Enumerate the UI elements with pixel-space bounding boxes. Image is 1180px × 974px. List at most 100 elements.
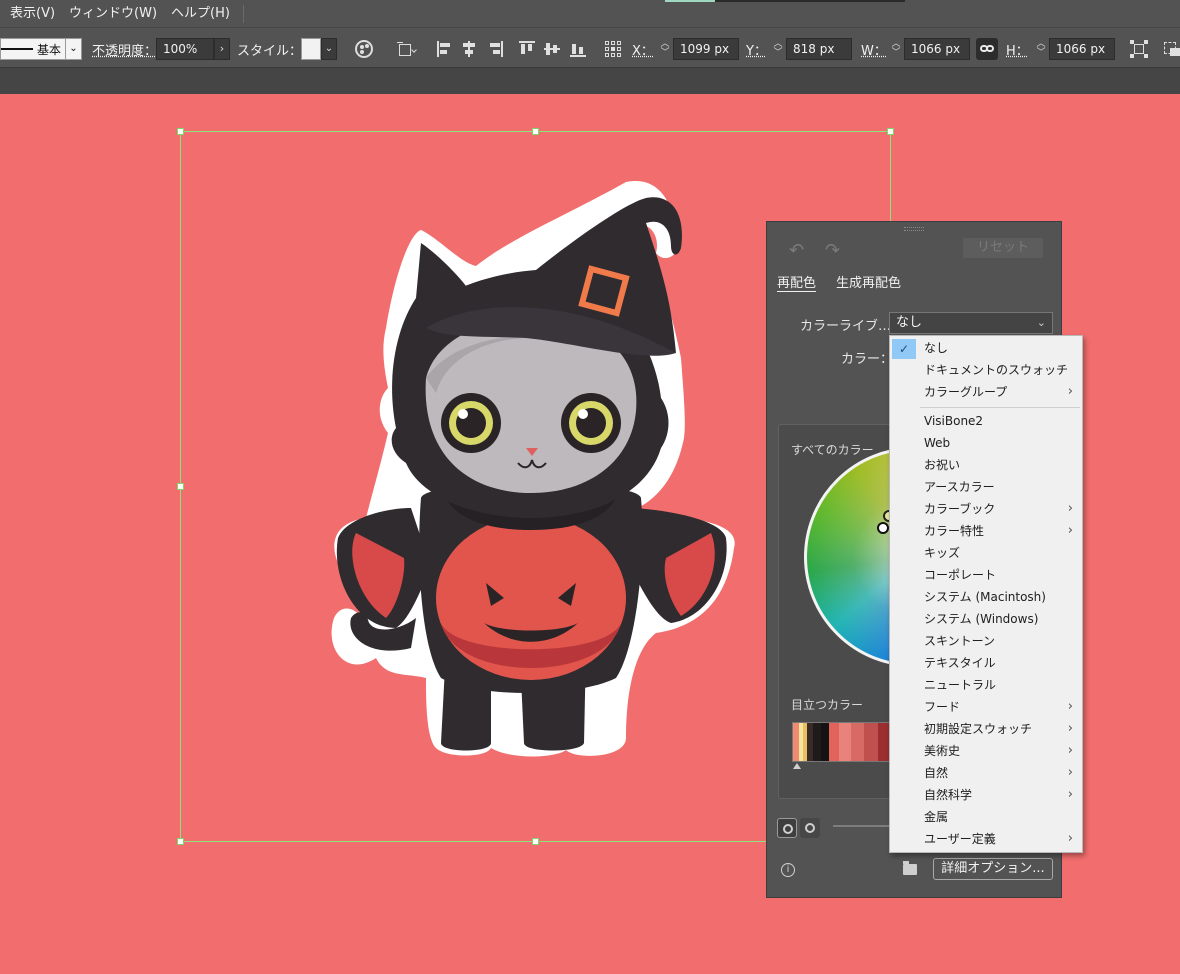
strip-slider-handle[interactable]: [793, 763, 801, 769]
align-top-icon[interactable]: [518, 40, 536, 58]
dropdown-item[interactable]: システム (Windows): [890, 608, 1082, 630]
style-label: スタイル：: [237, 44, 303, 59]
harmony-unlinked-button[interactable]: [800, 818, 820, 838]
dropdown-item[interactable]: 自然 ›: [890, 762, 1082, 784]
w-input[interactable]: 1066 px: [904, 38, 970, 60]
dropdown-item[interactable]: スキントーン: [890, 630, 1082, 652]
cat-witch-artwork[interactable]: [326, 178, 738, 758]
x-input[interactable]: 1099 px: [673, 38, 739, 60]
dropdown-item-label: カラーブック: [924, 502, 996, 516]
dropdown-item[interactable]: カラーブック ›: [890, 498, 1082, 520]
chevron-right-icon: ›: [1067, 721, 1073, 736]
tab-generative-recolor[interactable]: 生成再配色: [836, 272, 901, 291]
prominent-color-swatch[interactable]: [838, 723, 851, 761]
link-icon-part: [986, 45, 994, 52]
constrain-proportions-button[interactable]: [976, 38, 998, 60]
y-stepper[interactable]: ︿ ﹀: [771, 38, 785, 60]
w-label: W：: [861, 44, 887, 59]
menu-help[interactable]: ヘルプ(H): [164, 0, 237, 27]
dropdown-item[interactable]: ニュートラル: [890, 674, 1082, 696]
y-label: Y：: [746, 44, 767, 59]
color-wheel-marker[interactable]: [877, 522, 889, 534]
dropdown-item[interactable]: テキスタイル: [890, 652, 1082, 674]
menu-divider: [242, 4, 244, 23]
undo-icon[interactable]: ↶: [789, 240, 811, 261]
recolor-icon[interactable]: [355, 40, 373, 58]
align-bottom-icon[interactable]: [569, 40, 587, 58]
dropdown-item[interactable]: 美術史 ›: [890, 740, 1082, 762]
chevron-down-icon: ⌄: [65, 39, 81, 59]
selection-handle[interactable]: [887, 128, 894, 135]
align-left-icon[interactable]: [436, 40, 454, 58]
dropdown-item[interactable]: コーポレート: [890, 564, 1082, 586]
menu-divider: [920, 407, 1080, 408]
harmony-linked-button[interactable]: [777, 818, 797, 838]
align-right-icon[interactable]: [486, 40, 504, 58]
y-input[interactable]: 818 px: [786, 38, 852, 60]
dropdown-item[interactable]: 自然科学 ›: [890, 784, 1082, 806]
stroke-style-label: 基本: [37, 43, 62, 57]
dropdown-item[interactable]: ドキュメントのスウォッチ: [890, 359, 1082, 381]
opacity-label[interactable]: 不透明度：: [92, 40, 157, 59]
prominent-color-swatch[interactable]: [828, 723, 839, 761]
w-stepper[interactable]: ︿ ﹀: [889, 38, 903, 60]
dropdown-item-label: お祝い: [924, 458, 961, 472]
chevron-right-icon: ›: [1067, 743, 1073, 758]
align-center-v-icon[interactable]: [543, 40, 561, 58]
opacity-input[interactable]: 100%: [156, 38, 214, 60]
dropdown-item[interactable]: アースカラー: [890, 476, 1082, 498]
dropdown-item-label: 初期設定スウォッチ: [924, 722, 1033, 736]
h-input[interactable]: 1066 px: [1049, 38, 1115, 60]
selection-handle[interactable]: [177, 483, 184, 490]
prominent-color-swatch[interactable]: [850, 723, 865, 761]
selection-handle[interactable]: [532, 838, 539, 845]
menu-view[interactable]: 表示(V): [0, 0, 62, 27]
reset-button[interactable]: リセット: [963, 238, 1043, 258]
redo-icon[interactable]: ↷: [825, 240, 847, 261]
dropdown-item[interactable]: システム (Macintosh): [890, 586, 1082, 608]
dropdown-item[interactable]: ✓ なし: [890, 337, 1082, 359]
reference-point-icon[interactable]: [604, 40, 622, 58]
advanced-options-button[interactable]: 詳細オプション...: [933, 858, 1053, 880]
brightness-slider[interactable]: [833, 825, 893, 827]
opacity-expand-button[interactable]: ›: [214, 38, 230, 60]
transform-icon[interactable]: [1130, 40, 1148, 58]
selection-handle[interactable]: [177, 838, 184, 845]
dropdown-item[interactable]: Web: [890, 432, 1082, 454]
prominent-color-swatch[interactable]: [812, 723, 821, 761]
chevron-down-icon[interactable]: ⌄: [321, 38, 337, 60]
isolate-icon[interactable]: [1162, 40, 1180, 58]
style-swatch[interactable]: [301, 38, 321, 60]
align-to-icon[interactable]: [397, 40, 417, 58]
h-label: H：: [1006, 44, 1029, 59]
dropdown-item[interactable]: キッズ: [890, 542, 1082, 564]
all-colors-label: すべてのカラー: [791, 443, 874, 457]
stroke-style-select[interactable]: 基本 ⌄: [0, 38, 82, 60]
chevron-right-icon: ›: [1067, 699, 1073, 714]
menu-window[interactable]: ウィンドウ(W): [62, 0, 164, 27]
color-library-select[interactable]: なし ⌄: [889, 312, 1053, 334]
align-center-h-icon[interactable]: [460, 40, 478, 58]
x-stepper[interactable]: ︿ ﹀: [658, 38, 672, 60]
selection-handle[interactable]: [532, 128, 539, 135]
dropdown-item[interactable]: フード ›: [890, 696, 1082, 718]
dropdown-item[interactable]: ユーザー定義 ›: [890, 828, 1082, 850]
dropdown-item-label: ドキュメントのスウォッチ: [924, 363, 1069, 377]
selection-handle[interactable]: [177, 128, 184, 135]
dropdown-item[interactable]: 金属: [890, 806, 1082, 828]
dropdown-item[interactable]: お祝い: [890, 454, 1082, 476]
info-icon[interactable]: i: [781, 863, 795, 877]
dropdown-item[interactable]: VisiBone2: [890, 410, 1082, 432]
prominent-color-swatch[interactable]: [820, 723, 829, 761]
tab-recolor[interactable]: 再配色: [777, 272, 817, 292]
prominent-color-swatch[interactable]: [864, 723, 879, 761]
chevron-right-icon: ›: [1067, 501, 1073, 516]
chevron-right-icon: ›: [1067, 523, 1073, 538]
chevron-right-icon: ›: [1067, 831, 1073, 846]
folder-icon[interactable]: [903, 861, 917, 875]
h-stepper[interactable]: ︿ ﹀: [1034, 38, 1048, 60]
panel-grip[interactable]: [904, 227, 924, 231]
dropdown-item[interactable]: カラー特性 ›: [890, 520, 1082, 542]
dropdown-item[interactable]: カラーグループ ›: [890, 381, 1082, 403]
dropdown-item[interactable]: 初期設定スウォッチ ›: [890, 718, 1082, 740]
